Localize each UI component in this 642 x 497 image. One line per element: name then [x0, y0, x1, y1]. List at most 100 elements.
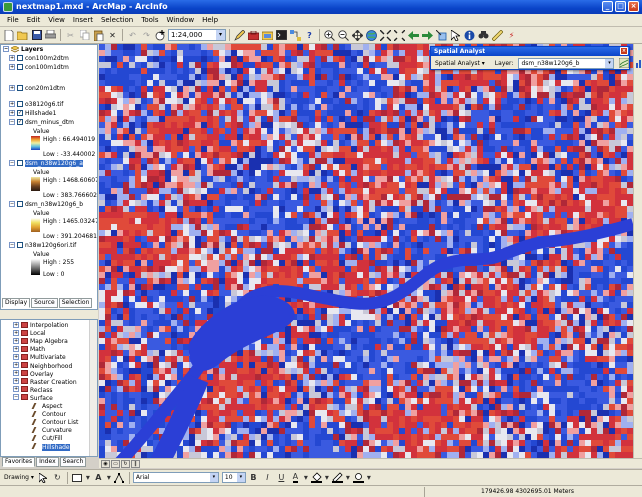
- underline-button[interactable]: U: [275, 471, 288, 484]
- expand-icon[interactable]: +: [13, 386, 19, 393]
- maximize-button[interactable]: □: [615, 1, 626, 12]
- toolset-overlay[interactable]: + Overlay: [13, 370, 53, 379]
- full-extent-icon[interactable]: [365, 29, 378, 42]
- expand-icon[interactable]: +: [9, 109, 15, 116]
- menu-window[interactable]: Window: [164, 14, 198, 26]
- fixed-zoom-in-icon[interactable]: [379, 29, 392, 42]
- menu-view[interactable]: View: [45, 14, 68, 26]
- histogram-icon[interactable]: [633, 57, 642, 70]
- menu-tools[interactable]: Tools: [138, 14, 161, 26]
- edit-vertices-icon[interactable]: [113, 471, 126, 484]
- toolset-surface[interactable]: − Surface: [13, 394, 53, 403]
- menu-insert[interactable]: Insert: [70, 14, 96, 26]
- marker-color-icon[interactable]: [352, 471, 365, 484]
- pan-icon[interactable]: [351, 29, 364, 42]
- redo-icon[interactable]: ↷: [140, 29, 153, 42]
- expand-icon[interactable]: +: [13, 362, 19, 368]
- copy-icon[interactable]: [78, 29, 91, 42]
- select-elements-icon[interactable]: [449, 29, 462, 42]
- layer-visibility-checkbox[interactable]: [17, 159, 23, 166]
- fixed-zoom-out-icon[interactable]: [393, 29, 406, 42]
- text-tool-icon[interactable]: A: [92, 471, 105, 484]
- layout-view-icon[interactable]: ▭: [111, 460, 120, 468]
- minimize-button[interactable]: _: [602, 1, 613, 12]
- tab-source[interactable]: Source: [31, 298, 58, 308]
- tool-aspect[interactable]: Aspect: [31, 402, 62, 411]
- expand-icon[interactable]: +: [13, 345, 19, 352]
- measure-icon[interactable]: [491, 29, 504, 42]
- tool-hillshade[interactable]: Hillshade: [31, 443, 70, 452]
- chevron-down-icon[interactable]: ▾: [236, 473, 245, 482]
- tool-contour-list[interactable]: Contour List: [31, 418, 78, 427]
- expand-icon[interactable]: +: [13, 337, 19, 344]
- expand-icon[interactable]: +: [9, 100, 15, 107]
- chevron-down-icon[interactable]: ▾: [209, 473, 218, 482]
- menu-edit[interactable]: Edit: [24, 14, 44, 26]
- expand-icon[interactable]: +: [9, 63, 15, 70]
- collapse-icon[interactable]: −: [13, 394, 19, 401]
- chevron-down-icon[interactable]: ▾: [366, 471, 372, 484]
- expand-icon[interactable]: +: [9, 84, 15, 91]
- tab-index[interactable]: Index: [36, 457, 59, 467]
- forward-extent-icon[interactable]: [421, 29, 434, 42]
- toc-layer-n38w120g6ori[interactable]: − n38w120g6ori.tif: [9, 241, 76, 250]
- open-folder-icon[interactable]: [16, 29, 29, 42]
- menu-help[interactable]: Help: [199, 14, 221, 26]
- collapse-icon[interactable]: −: [3, 45, 9, 52]
- rotate-icon[interactable]: ↻: [51, 471, 64, 484]
- toc-layer-o38120g6[interactable]: + o38120g6.tif: [9, 100, 63, 109]
- data-view-icon[interactable]: ◉: [101, 460, 110, 468]
- arccatalog-icon[interactable]: [261, 29, 274, 42]
- paste-icon[interactable]: [92, 29, 105, 42]
- arctoolbox-icon[interactable]: [247, 29, 260, 42]
- expand-icon[interactable]: +: [13, 378, 19, 385]
- toc-layer-con20m1dtm[interactable]: + con20m1dtm: [9, 84, 65, 93]
- toc-layer-con100m2dtm[interactable]: + con100m2dtm: [9, 54, 69, 63]
- delete-icon[interactable]: ✕: [106, 29, 119, 42]
- collapse-icon[interactable]: −: [9, 118, 15, 125]
- chevron-down-icon[interactable]: ▾: [345, 471, 351, 484]
- layer-visibility-checkbox[interactable]: [17, 63, 23, 70]
- close-icon[interactable]: ×: [620, 47, 628, 55]
- tab-display[interactable]: Display: [2, 298, 31, 308]
- collapse-icon[interactable]: −: [9, 159, 15, 166]
- add-data-icon[interactable]: [154, 29, 167, 42]
- fill-color-icon[interactable]: [310, 471, 323, 484]
- cut-icon[interactable]: ✂: [64, 29, 77, 42]
- hyperlink-icon[interactable]: ⚡: [505, 29, 518, 42]
- print-icon[interactable]: [44, 29, 57, 42]
- layer-visibility-checkbox[interactable]: [17, 100, 23, 107]
- toc-layer-dsm-minus-dtm[interactable]: − ✓ dsm_minus_dtm: [9, 118, 74, 127]
- rectangle-tool-icon[interactable]: [71, 471, 84, 484]
- toc-layer-con100m1dtm[interactable]: + con100m1dtm: [9, 63, 69, 72]
- drawing-menu[interactable]: Drawing ▾: [2, 472, 36, 483]
- vertical-scrollbar[interactable]: [633, 44, 642, 458]
- editor-toolbar-icon[interactable]: [233, 29, 246, 42]
- pause-drawing-icon[interactable]: ‖: [131, 460, 140, 468]
- whats-this-icon[interactable]: ?: [303, 29, 316, 42]
- layer-visibility-checkbox[interactable]: ✓: [17, 109, 23, 116]
- layer-select[interactable]: dsm_n38w120g6_b ▾: [518, 57, 615, 69]
- toolbox-scrollbar[interactable]: [89, 320, 97, 456]
- command-line-icon[interactable]: [275, 29, 288, 42]
- map-scale-field[interactable]: 1:24,000 ▾: [168, 29, 226, 41]
- layer-visibility-checkbox[interactable]: [17, 241, 23, 248]
- collapse-icon[interactable]: −: [9, 241, 15, 248]
- chevron-down-icon[interactable]: ▾: [303, 471, 309, 484]
- chevron-down-icon[interactable]: ▾: [106, 471, 112, 484]
- map-display[interactable]: [99, 44, 633, 458]
- identify-icon[interactable]: [463, 29, 476, 42]
- tab-favorites[interactable]: Favorites: [2, 457, 36, 467]
- layer-visibility-checkbox[interactable]: [17, 84, 23, 91]
- layer-visibility-checkbox[interactable]: [17, 54, 23, 61]
- expand-icon[interactable]: +: [13, 329, 19, 336]
- chevron-down-icon[interactable]: ▾: [85, 471, 91, 484]
- contour-tool-icon[interactable]: [617, 57, 630, 70]
- new-document-icon[interactable]: [2, 29, 15, 42]
- chevron-down-icon[interactable]: ▾: [324, 471, 330, 484]
- expand-icon[interactable]: +: [13, 370, 19, 377]
- horizontal-scrollbar[interactable]: ◉ ▭ ↻ ‖: [99, 458, 642, 468]
- toc-layer-hillshade1[interactable]: + ✓ Hillshade1: [9, 109, 56, 118]
- toc-layer-dsm-n38w120g6-b[interactable]: − dsm_n38w120g6_b: [9, 200, 83, 209]
- font-name-select[interactable]: Arial ▾: [132, 472, 219, 483]
